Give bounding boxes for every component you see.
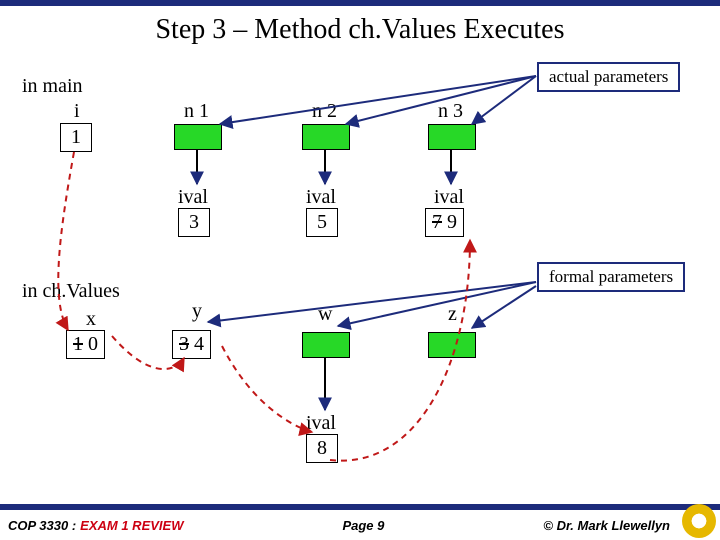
n2-label: n 2: [312, 100, 337, 123]
formal-params-box: formal parameters: [537, 262, 685, 292]
x-new: 0: [88, 333, 98, 355]
var-i-value: 1: [60, 123, 92, 152]
z-box: [428, 332, 476, 358]
var-y-label: y: [192, 300, 202, 323]
y-old: 3: [179, 333, 189, 355]
n1-label: n 1: [184, 100, 209, 123]
ival2-label: ival: [306, 186, 336, 209]
scope-main: in main: [22, 75, 83, 98]
footer-subject: EXAM 1 REVIEW: [80, 518, 183, 533]
var-i-label: i: [74, 100, 80, 123]
ival3-old: 7: [432, 211, 442, 233]
ival-bot-label: ival: [306, 412, 336, 435]
ival3-value-box: 7 9: [425, 208, 464, 237]
page-title: Step 3 – Method ch.Values Executes: [0, 14, 720, 46]
footer-course: COP 3330 :: [0, 518, 76, 533]
n3-box: [428, 124, 476, 150]
footer-page: Page 9: [183, 518, 543, 533]
var-x-value-box: 1 0: [66, 330, 105, 359]
n3-label: n 3: [438, 100, 463, 123]
y-new: 4: [194, 333, 204, 355]
ucf-logo: [682, 504, 716, 538]
x-old: 1: [73, 333, 83, 355]
var-y-value-box: 3 4: [172, 330, 211, 359]
var-w-label: w: [318, 303, 332, 326]
ival3-label: ival: [434, 186, 464, 209]
ival2-value: 5: [306, 208, 338, 237]
ival1-label: ival: [178, 186, 208, 209]
scope-chvalues: in ch.Values: [22, 280, 120, 303]
ival3-new: 9: [447, 211, 457, 233]
n2-box: [302, 124, 350, 150]
w-box: [302, 332, 350, 358]
var-x-label: x: [86, 308, 96, 331]
actual-params-box: actual parameters: [537, 62, 680, 92]
var-z-label: z: [448, 303, 457, 326]
ival-bot-value: 8: [306, 434, 338, 463]
n1-box: [174, 124, 222, 150]
ival1-value: 3: [178, 208, 210, 237]
footer: COP 3330 : EXAM 1 REVIEW Page 9 © Dr. Ma…: [0, 510, 720, 540]
